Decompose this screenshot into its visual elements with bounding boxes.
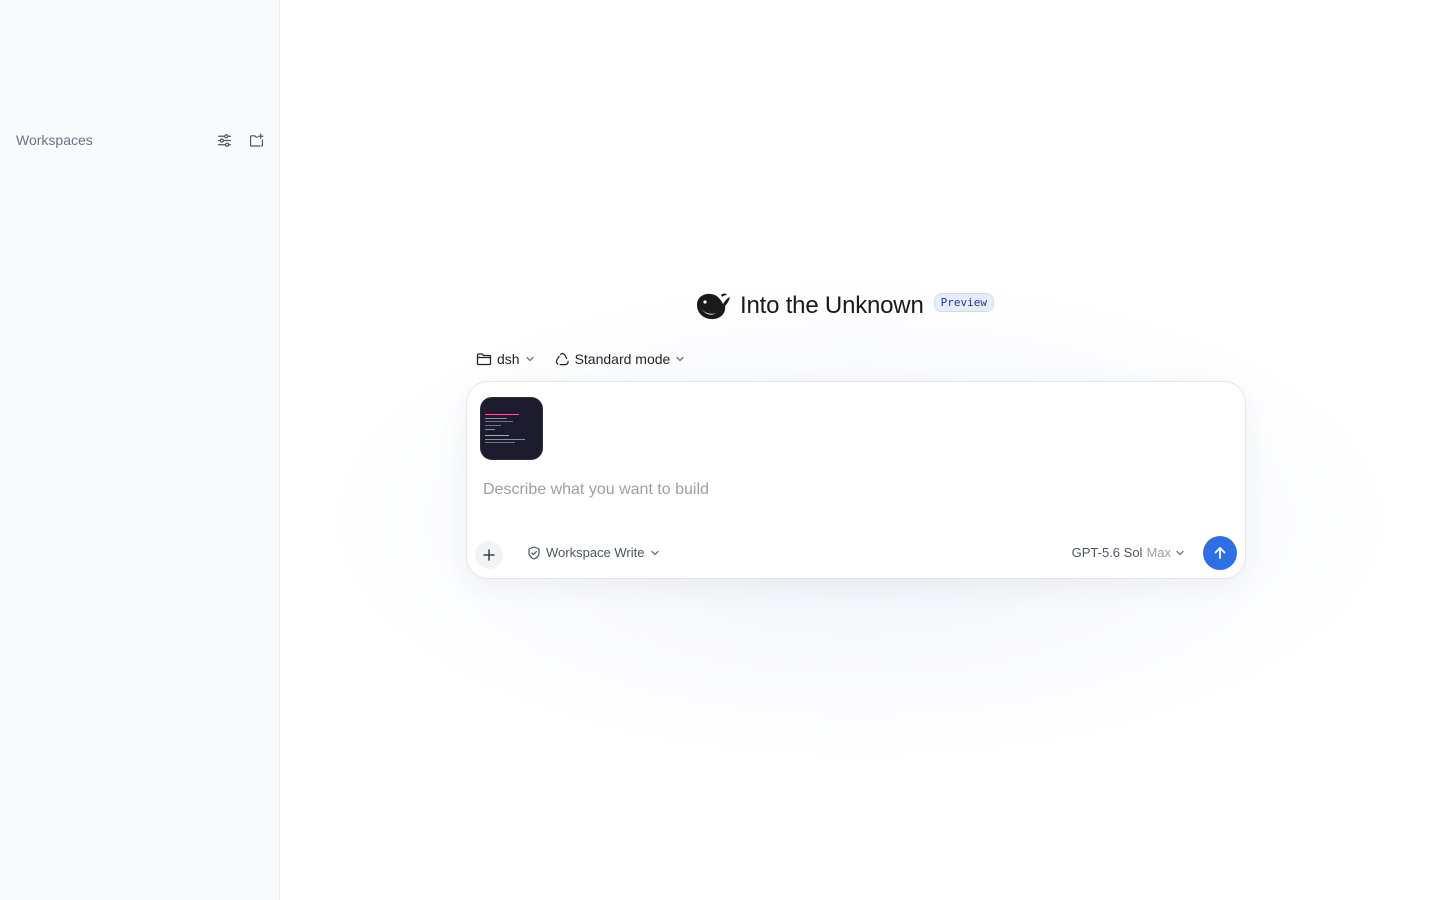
folder-icon xyxy=(476,353,492,366)
mode-selector[interactable]: Standard mode xyxy=(555,351,686,367)
workspaces-header: Workspaces xyxy=(16,128,266,152)
prompt-input[interactable] xyxy=(483,478,1223,502)
image-attachment-thumbnail[interactable] xyxy=(480,397,543,460)
chevron-down-icon xyxy=(650,550,659,555)
new-workspace-button[interactable] xyxy=(246,130,266,150)
chevron-down-icon xyxy=(676,356,684,362)
filter-settings-button[interactable] xyxy=(214,130,234,150)
arrow-up-icon xyxy=(1214,547,1226,559)
context-selectors: dsh Standard mode xyxy=(476,348,685,370)
folder-selector-label: dsh xyxy=(497,351,520,367)
workspaces-actions xyxy=(214,130,266,150)
send-button[interactable] xyxy=(1203,536,1237,570)
prompt-composer: Workspace Write GPT-5.6 Sol Max xyxy=(466,381,1246,579)
permission-selector-label: Workspace Write xyxy=(546,545,645,560)
chevron-down-icon xyxy=(525,356,534,362)
app-window: Workspaces Into the Unknown Preview dsh … xyxy=(0,0,1440,900)
model-effort: Max xyxy=(1146,545,1171,560)
model-name: GPT-5.6 Sol xyxy=(1071,545,1143,560)
permission-selector[interactable]: Workspace Write xyxy=(527,545,660,560)
model-selector[interactable]: GPT-5.6 Sol Max xyxy=(1072,545,1185,560)
add-attachment-button[interactable] xyxy=(475,541,503,569)
chevron-down-icon xyxy=(1176,550,1184,555)
preview-badge: Preview xyxy=(933,292,994,312)
mode-selector-label: Standard mode xyxy=(574,351,671,367)
folder-selector[interactable]: dsh xyxy=(476,351,535,367)
folder-plus-icon xyxy=(249,133,263,147)
whale-icon xyxy=(694,291,732,321)
workspaces-title: Workspaces xyxy=(16,132,93,148)
sidebar: Workspaces xyxy=(0,0,280,900)
recycle-icon xyxy=(555,352,569,365)
plus-icon xyxy=(483,549,495,561)
hero-heading: Into the Unknown Preview xyxy=(694,288,994,324)
main-area: Into the Unknown Preview dsh Standard mo… xyxy=(280,0,1440,900)
sliders-icon xyxy=(217,133,231,147)
shield-check-icon xyxy=(528,545,540,560)
page-title: Into the Unknown xyxy=(740,292,924,319)
